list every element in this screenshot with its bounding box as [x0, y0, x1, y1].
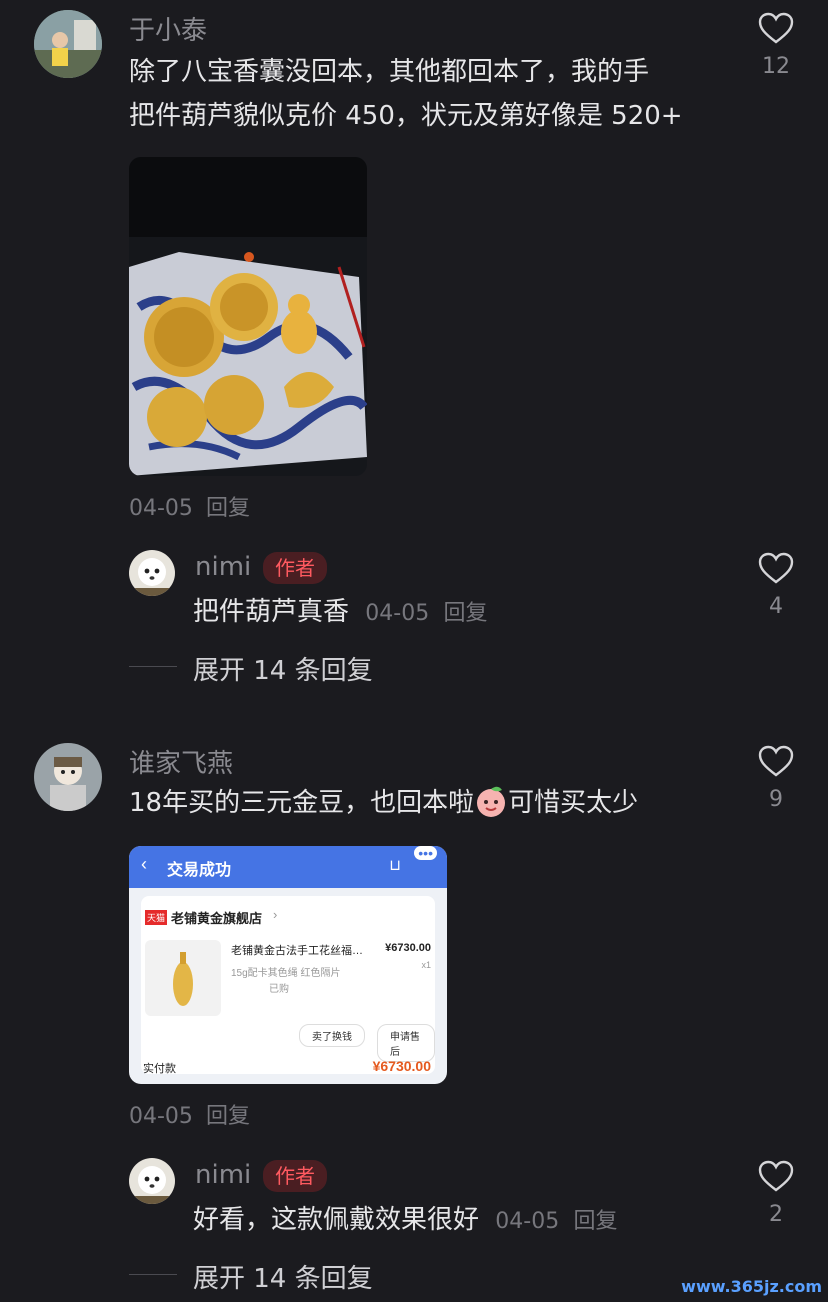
heart-icon: [758, 1160, 794, 1192]
like-button[interactable]: 4: [746, 552, 806, 619]
avatar[interactable]: [34, 10, 102, 78]
comment-text-line-1: 除了八宝香囊没回本，其他都回本了，我的手: [129, 57, 650, 87]
like-button[interactable]: 2: [746, 1160, 806, 1227]
shop-name[interactable]: 老铺黄金旗舰店: [171, 908, 262, 927]
product-qty: x1: [421, 960, 431, 970]
reply-username[interactable]: nimi: [195, 1160, 251, 1190]
comment-username[interactable]: 于小泰: [129, 10, 207, 47]
peach-emoji-icon: [477, 786, 506, 817]
avatar[interactable]: [34, 743, 102, 811]
product-status: 已购: [269, 984, 289, 995]
heart-icon: [758, 552, 794, 584]
product-price: ¥6730.00: [385, 942, 431, 954]
reply-link[interactable]: 回复: [206, 1104, 250, 1129]
like-count: 2: [769, 1202, 783, 1227]
cart-icon: ⊔: [389, 857, 401, 874]
like-count: 12: [762, 54, 790, 79]
sell-button[interactable]: 卖了换钱: [299, 1024, 365, 1047]
shop-tag: 天猫: [145, 910, 168, 925]
avatar[interactable]: [129, 1158, 175, 1204]
expand-replies-button[interactable]: 展开 14 条回复: [193, 1258, 373, 1295]
order-header: ‹ 交易成功 ⊔ •••: [129, 846, 447, 888]
reply-text: 好看，这款佩戴效果很好 04-05 回复: [193, 1205, 618, 1235]
author-badge: 作者: [263, 1160, 327, 1192]
after-sale-button[interactable]: 申请售后: [377, 1024, 435, 1062]
comment-text: 18年买的三元金豆，也回本啦 可惜买太少: [129, 781, 638, 825]
comment-username[interactable]: 谁家飞燕: [129, 743, 233, 780]
reply-link[interactable]: 回复: [206, 496, 250, 521]
order-body: 天猫 老铺黄金旗舰店 › 老铺黄金古法手工花丝福… ¥6730.00 x1 15…: [141, 896, 435, 1075]
like-button[interactable]: 9: [746, 745, 806, 812]
avatar[interactable]: [129, 550, 175, 596]
like-count: 4: [769, 594, 783, 619]
like-button[interactable]: 12: [746, 12, 806, 79]
reply-text: 把件葫芦真香 04-05 回复: [193, 597, 488, 627]
comment-date: 04-05 回复: [129, 496, 250, 521]
comment-image-order-screenshot[interactable]: ‹ 交易成功 ⊔ ••• 天猫 老铺黄金旗舰店 › 老铺黄金古法手工花丝福… ¥…: [129, 846, 447, 1084]
product-spec: 15g配卡其色绳 红色隔片: [231, 968, 341, 979]
product-image: [145, 940, 221, 1016]
reply-date: 04-05: [365, 601, 430, 626]
divider: [129, 1274, 177, 1275]
order-title: 交易成功: [167, 862, 232, 879]
comment-date: 04-05 回复: [129, 1104, 250, 1129]
chevron-right-icon: ›: [273, 907, 278, 922]
paid-label: 实付款: [143, 1063, 176, 1075]
heart-icon: [758, 12, 794, 44]
reply-username[interactable]: nimi: [195, 552, 251, 582]
reply-link[interactable]: 回复: [573, 1209, 617, 1234]
comment-photo-gold-pendants[interactable]: [129, 157, 367, 476]
expand-replies-button[interactable]: 展开 14 条回复: [193, 650, 373, 687]
reply-date: 04-05: [495, 1209, 560, 1234]
product-name[interactable]: 老铺黄金古法手工花丝福…: [231, 942, 363, 958]
comment-text-line-2: 把件葫芦貌似克价 450，状元及第好像是 520+: [129, 101, 683, 131]
heart-icon: [758, 745, 794, 777]
back-icon: ‹: [141, 854, 147, 874]
author-badge: 作者: [263, 552, 327, 584]
reply-link[interactable]: 回复: [443, 601, 487, 626]
like-count: 9: [769, 787, 783, 812]
paid-amount: ¥6730.00: [372, 1058, 431, 1074]
divider: [129, 666, 177, 667]
watermark: www.365jz.com: [681, 1277, 822, 1296]
more-icon: •••: [414, 846, 437, 860]
